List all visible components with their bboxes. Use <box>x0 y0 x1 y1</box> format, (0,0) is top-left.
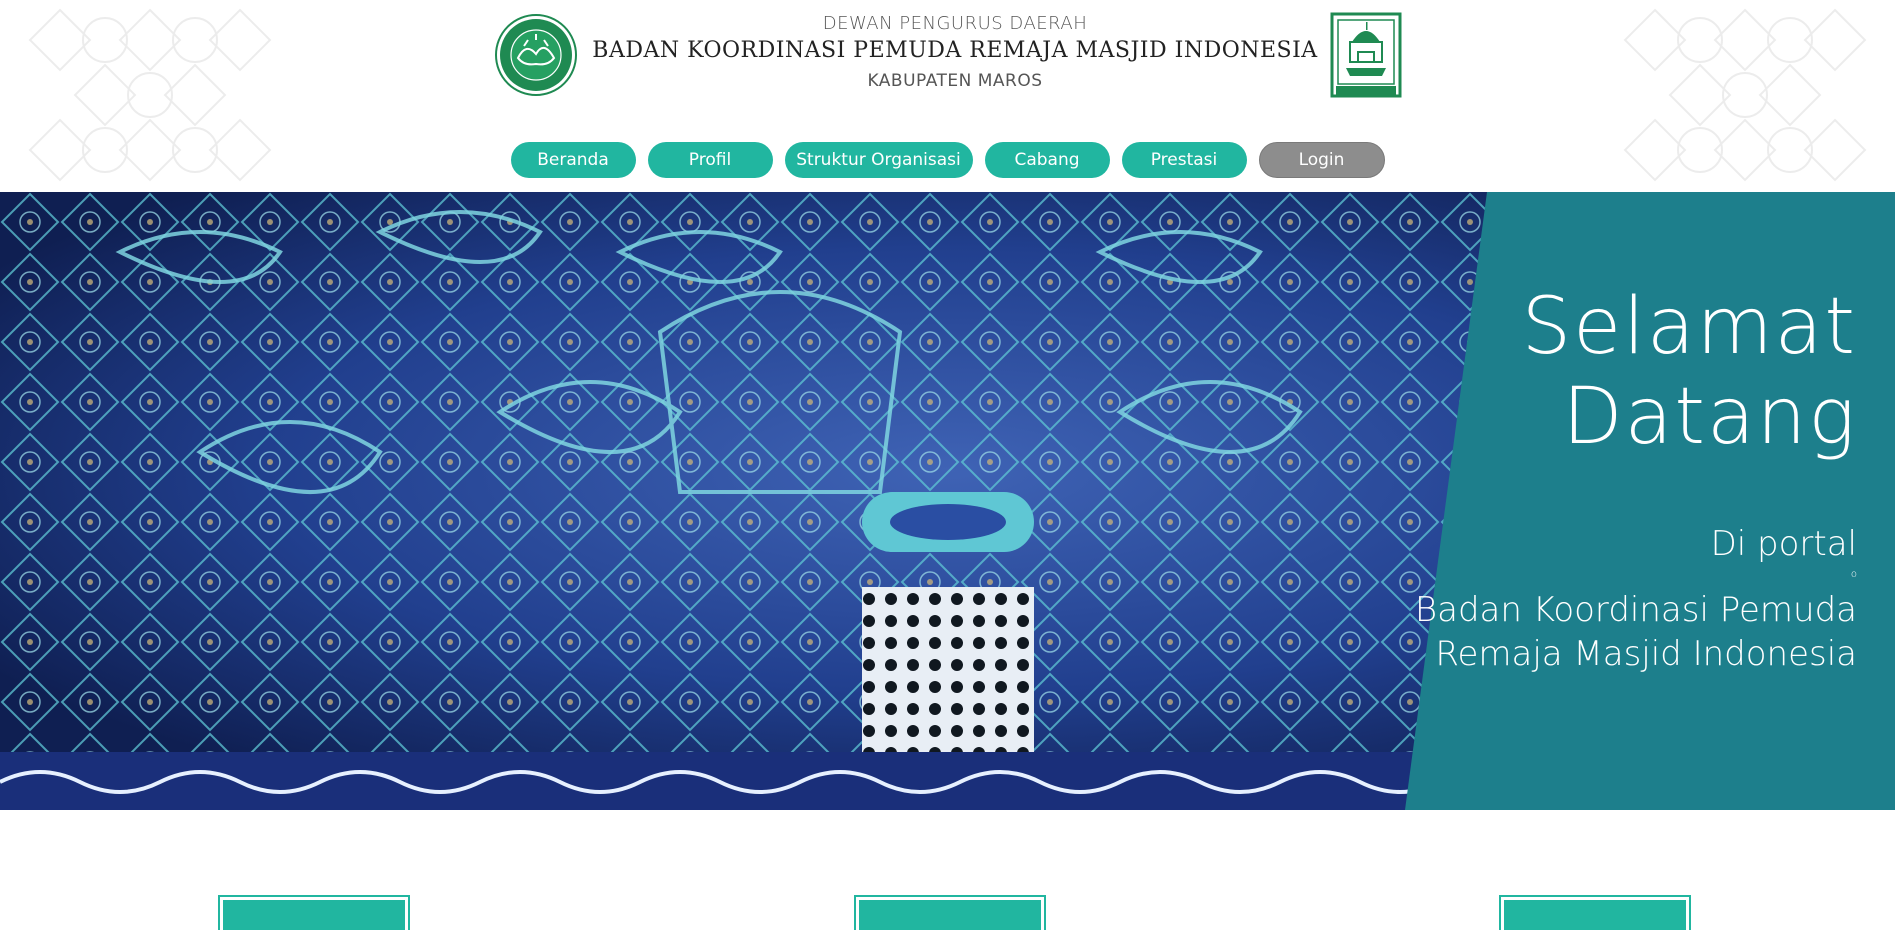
portal-intro: Di portal <box>1710 524 1857 564</box>
content-card-2[interactable] <box>854 895 1046 930</box>
welcome-line-1: Selamat <box>1521 282 1857 372</box>
region-subtitle: KABUPATEN MAROS <box>867 71 1043 91</box>
nav-beranda[interactable]: Beranda <box>510 142 636 178</box>
nav-login-button[interactable]: Login <box>1258 142 1385 178</box>
nav-cabang[interactable]: Cabang <box>984 142 1110 178</box>
hero-banner: Selamat Datang Di portal o Badan Koordin… <box>0 192 1895 810</box>
content-card-3[interactable] <box>1499 895 1691 930</box>
portal-description: Di portal o Badan Koordinasi Pemuda Rema… <box>1415 522 1857 676</box>
nav-struktur-organisasi[interactable]: Struktur Organisasi <box>784 142 973 178</box>
organization-title-block: DEWAN PENGURUS DAERAH BADAN KOORDINASI P… <box>590 12 1320 96</box>
lpptka-emblem-icon[interactable] <box>1330 12 1402 98</box>
site-header: DEWAN PENGURUS DAERAH BADAN KOORDINASI P… <box>0 0 1895 192</box>
main-nav: Beranda Profil Struktur Organisasi Caban… <box>0 142 1895 178</box>
portal-dot: o <box>1850 569 1857 580</box>
portal-org-line-2: Remaja Masjid Indonesia <box>1435 634 1857 674</box>
organization-name: BADAN KOORDINASI PEMUDA REMAJA MASJID IN… <box>592 38 1318 63</box>
welcome-heading: Selamat Datang <box>1522 282 1857 462</box>
nav-prestasi[interactable]: Prestasi <box>1121 142 1247 178</box>
nav-profil[interactable]: Profil <box>647 142 773 178</box>
portal-org-line-1: Badan Koordinasi Pemuda <box>1414 590 1857 630</box>
welcome-line-2: Datang <box>1562 372 1857 462</box>
bkprmi-emblem-icon[interactable] <box>486 14 586 96</box>
content-card-1[interactable] <box>218 895 410 930</box>
board-subtitle: DEWAN PENGURUS DAERAH <box>822 13 1088 34</box>
